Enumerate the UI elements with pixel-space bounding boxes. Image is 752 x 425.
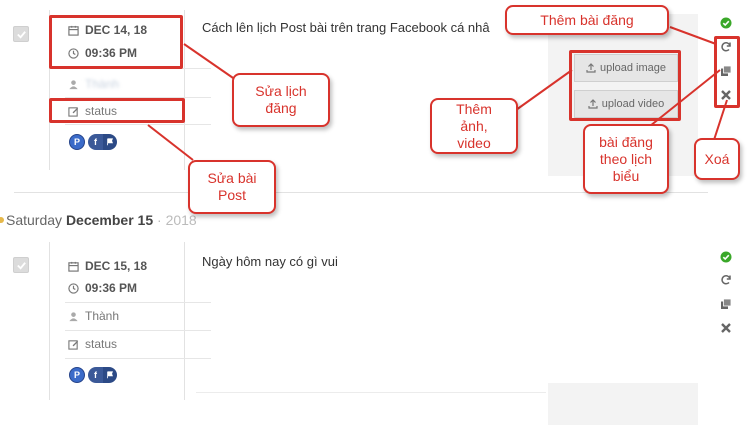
- highlight-schedule-box: [49, 15, 183, 69]
- media-panel: [548, 383, 698, 425]
- facebook-page-badge[interactable]: [103, 367, 117, 383]
- post-author: Thành: [68, 309, 119, 323]
- add-post-button[interactable]: [719, 273, 733, 287]
- facebook-badge-label: f: [94, 137, 97, 147]
- facebook-badge[interactable]: f: [88, 134, 103, 150]
- post-date[interactable]: DEC 15, 18: [68, 259, 147, 273]
- divider: [65, 302, 211, 303]
- facebook-badge[interactable]: f: [88, 367, 103, 383]
- post-status[interactable]: status: [68, 337, 117, 351]
- calendar-icon: [68, 261, 79, 272]
- divider: [65, 358, 211, 359]
- status-ok-icon: [719, 250, 733, 264]
- post-author-name: Thành: [85, 77, 120, 91]
- highlight-actions-box: [714, 36, 740, 108]
- post-content[interactable]: Cách lên lịch Post bài trên trang Facebo…: [202, 20, 502, 35]
- callout-xoa-text: Xoá: [704, 150, 730, 167]
- copy-schedule-button[interactable]: [719, 297, 733, 311]
- check-circle-icon: [720, 17, 732, 29]
- check-circle-icon: [720, 251, 732, 263]
- post-content[interactable]: Ngày hôm nay có gì vui: [202, 254, 502, 269]
- post-footer-line: [196, 392, 546, 393]
- day-year: 2018: [165, 212, 197, 228]
- post-content-text: Ngày hôm nay có gì vui: [202, 254, 338, 269]
- pinterest-badge[interactable]: P: [69, 134, 85, 150]
- copy-icon: [721, 298, 732, 309]
- post-content-text: Cách lên lịch Post bài trên trang Facebo…: [202, 20, 490, 35]
- post-status-text: status: [85, 337, 118, 351]
- callout-sua-lich-dang: Sửa lịch đăng: [232, 73, 330, 127]
- highlight-upload-box: [569, 50, 681, 121]
- callout-sua-bai-post: Sửa bài Post: [188, 160, 276, 214]
- divider: [65, 330, 211, 331]
- facebook-page-badge[interactable]: [103, 134, 117, 150]
- user-icon: [69, 311, 78, 321]
- highlight-status-box: [49, 98, 185, 123]
- post-time[interactable]: 09:36 PM: [68, 281, 137, 295]
- edit-icon: [68, 339, 79, 350]
- day-month-day: December 15: [65, 212, 154, 228]
- day-marker-dot: [0, 217, 4, 223]
- pinterest-badge-label: P: [73, 370, 80, 380]
- callout-them-anh-video: Thêm ảnh, video: [430, 98, 518, 154]
- delete-post-button[interactable]: [719, 321, 733, 335]
- post-select-checkbox[interactable]: [13, 257, 29, 273]
- post-date-text: DEC 15, 18: [85, 259, 148, 273]
- post-author: Thành: [68, 77, 119, 91]
- status-ok-icon: [719, 16, 733, 30]
- refresh-icon: [721, 275, 731, 285]
- callout-bai-dang-theo-lich-text: bài đăng theo lịch biểu: [599, 133, 653, 184]
- pinterest-badge[interactable]: P: [69, 367, 85, 383]
- post-select-checkbox[interactable]: [13, 26, 29, 42]
- arrow-sua-lich: [183, 43, 237, 81]
- facebook-badge-label: f: [94, 370, 97, 380]
- callout-them-bai-dang: Thêm bài đăng: [505, 5, 669, 35]
- check-icon: [16, 261, 26, 270]
- post-author-name: Thành: [85, 309, 120, 323]
- callout-them-bai-dang-text: Thêm bài đăng: [540, 11, 634, 28]
- pinterest-badge-label: P: [73, 137, 80, 147]
- callout-sua-lich-dang-text: Sửa lịch đăng: [255, 83, 307, 116]
- post-time-text: 09:36 PM: [85, 281, 138, 295]
- day-weekday: Saturday: [6, 212, 63, 228]
- check-icon: [16, 30, 26, 39]
- day-header: Saturday December 15 · 2018: [6, 212, 197, 228]
- day-separator: ·: [157, 212, 162, 228]
- callout-xoa: Xoá: [694, 138, 740, 180]
- callout-sua-bai-post-text: Sửa bài Post: [207, 170, 257, 203]
- facebook-badges[interactable]: f: [88, 367, 117, 383]
- callout-bai-dang-theo-lich: bài đăng theo lịch biểu: [583, 124, 669, 194]
- facebook-badges[interactable]: f: [88, 134, 117, 150]
- flag-icon: [107, 371, 113, 379]
- flag-icon: [107, 138, 113, 146]
- callout-them-anh-video-text: Thêm ảnh, video: [456, 100, 492, 151]
- divider: [65, 124, 211, 125]
- clock-icon: [68, 282, 79, 294]
- close-icon: [721, 323, 731, 333]
- user-icon: [69, 79, 78, 89]
